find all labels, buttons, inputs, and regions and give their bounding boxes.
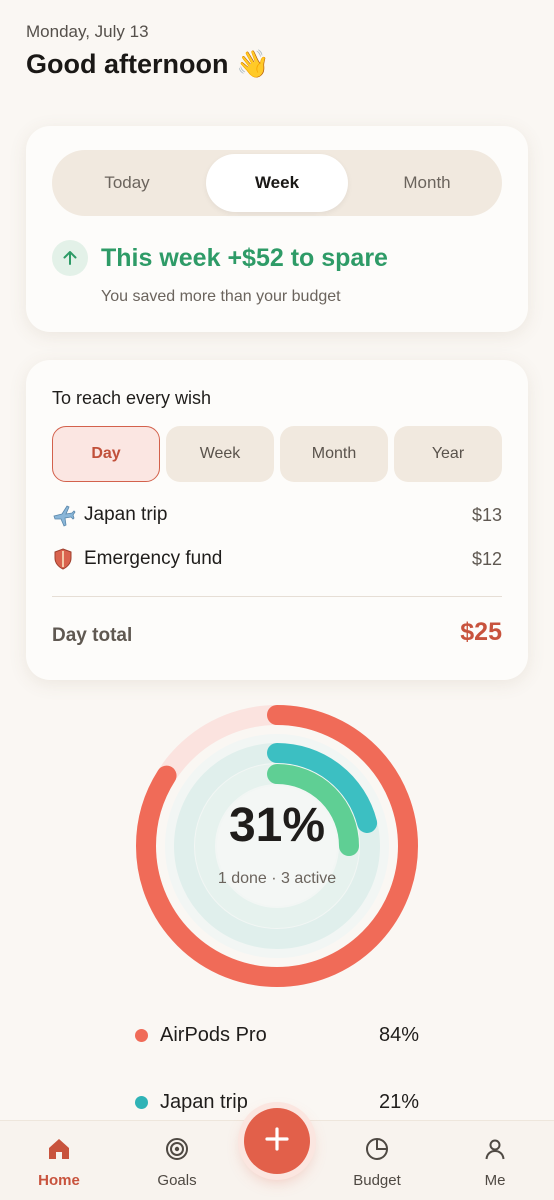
wish-amount: $12 xyxy=(471,548,502,569)
tab-label: Me xyxy=(484,1172,506,1189)
chip-month[interactable]: Month xyxy=(280,426,388,482)
person-icon xyxy=(483,1137,507,1166)
add-button[interactable] xyxy=(244,1108,310,1174)
legend-percent: 84% xyxy=(378,1024,419,1046)
wish-period-chips: Day Week Month Year xyxy=(52,426,502,482)
shield-icon xyxy=(52,547,84,571)
day-total-value: $25 xyxy=(460,618,502,646)
legend-name: Japan trip xyxy=(160,1091,248,1113)
chip-year[interactable]: Year xyxy=(394,426,502,482)
summary-card: Today Week Month This week +$52 to spare… xyxy=(26,126,528,332)
chip-day[interactable]: Day xyxy=(52,426,160,482)
spare-headline-row: This week +$52 to spare xyxy=(52,240,388,276)
period-segmented-control: Today Week Month xyxy=(52,150,502,216)
arrow-up-icon xyxy=(52,240,88,276)
legend-percent: 21% xyxy=(378,1091,419,1113)
chip-week[interactable]: Week xyxy=(166,426,274,482)
spare-subtext: You saved more than your budget xyxy=(101,288,341,305)
progress-rings: 31% 1 done · 3 active xyxy=(135,704,419,988)
tab-label: Home xyxy=(38,1172,80,1189)
date-label: Monday, July 13 xyxy=(26,22,149,41)
tab-budget[interactable]: Budget xyxy=(337,1137,417,1189)
wish-row-japan-trip[interactable]: Japan trip $13 xyxy=(52,503,502,527)
period-week[interactable]: Week xyxy=(206,154,348,212)
wish-row-emergency-fund[interactable]: Emergency fund $12 xyxy=(52,547,502,571)
plus-icon xyxy=(264,1126,290,1157)
greeting-title: Good afternoon 👋 xyxy=(26,49,270,79)
tab-label: Budget xyxy=(353,1172,401,1189)
spare-headline: This week +$52 to spare xyxy=(101,243,388,272)
divider xyxy=(52,596,502,597)
period-month[interactable]: Month xyxy=(356,154,498,212)
wish-amount: $13 xyxy=(471,504,502,525)
tab-goals[interactable]: Goals xyxy=(137,1137,217,1189)
period-today[interactable]: Today xyxy=(56,154,198,212)
progress-subtitle: 1 done · 3 active xyxy=(217,870,337,887)
pie-chart-icon xyxy=(365,1137,389,1166)
day-total-label: Day total xyxy=(52,625,133,646)
home-icon xyxy=(46,1137,72,1166)
tab-home[interactable]: Home xyxy=(19,1137,99,1189)
legend-item-airpods: AirPods Pro 84% xyxy=(135,1024,419,1047)
wishes-card: To reach every wish Day Week Month Year … xyxy=(26,360,528,680)
airplane-icon xyxy=(52,503,84,527)
tab-label: Goals xyxy=(157,1172,197,1189)
wishes-title: To reach every wish xyxy=(52,388,212,408)
legend-dot xyxy=(135,1096,148,1109)
legend-name: AirPods Pro xyxy=(160,1024,267,1046)
wish-name: Emergency fund xyxy=(84,548,223,569)
overall-percent: 31% xyxy=(228,799,326,852)
wish-name: Japan trip xyxy=(84,504,168,525)
tab-me[interactable]: Me xyxy=(455,1137,535,1189)
target-icon xyxy=(165,1137,189,1166)
legend-dot xyxy=(135,1029,148,1042)
